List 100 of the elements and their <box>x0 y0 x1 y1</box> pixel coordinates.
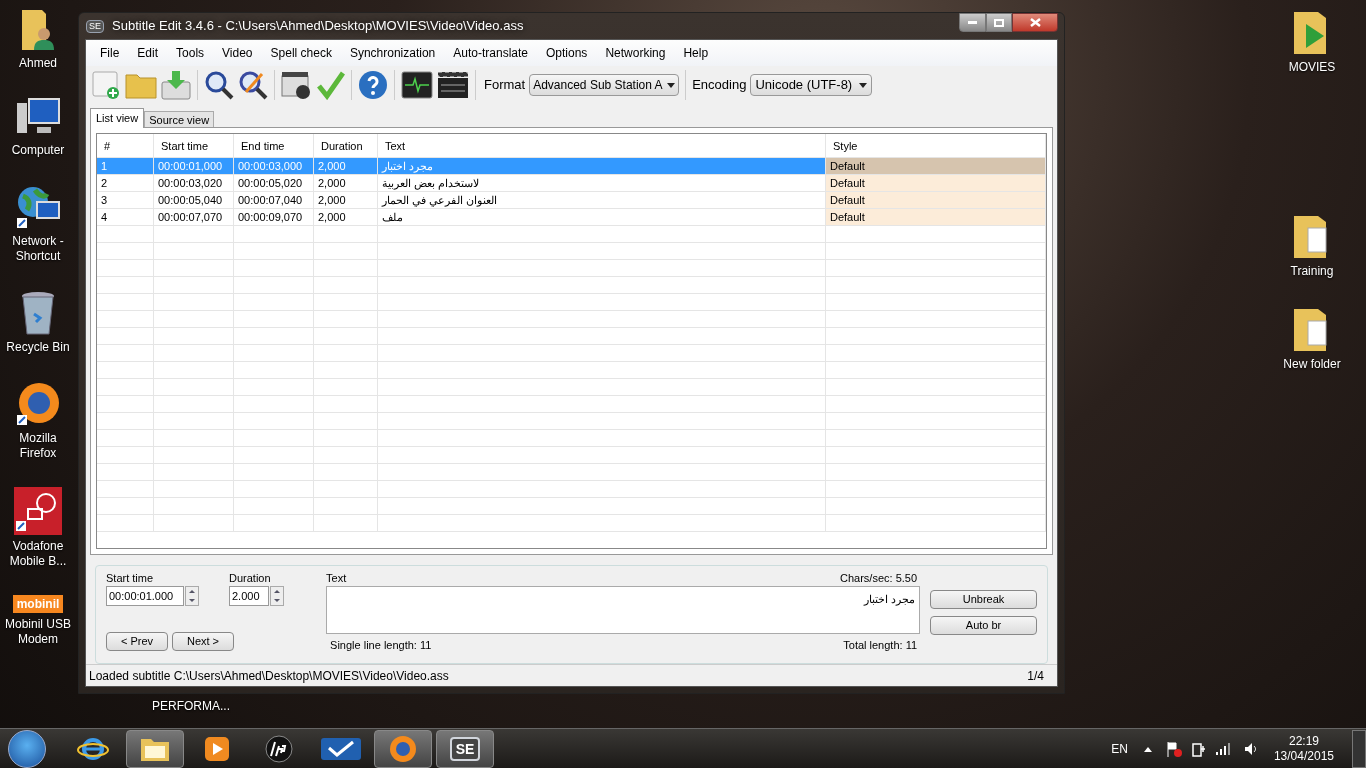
clock-date[interactable]: 13/04/2015 <box>1273 748 1334 764</box>
desktop-icon-label[interactable]: Mozilla Firefox <box>0 431 76 461</box>
encoding-label: Encoding <box>692 76 747 95</box>
column-header[interactable]: Duration <box>314 134 378 157</box>
table-cell: Default <box>826 192 1046 208</box>
table-cell: 2,000 <box>314 209 378 225</box>
desktop-icon-label[interactable]: Vodafone Mobile B... <box>0 539 76 569</box>
waveform-icon[interactable] <box>401 71 433 99</box>
text-label: Text <box>326 571 347 586</box>
search-edit-icon[interactable] <box>238 70 268 100</box>
duration-label: Duration <box>229 571 272 586</box>
spin-buttons[interactable] <box>270 586 284 606</box>
prev-button[interactable]: < Prev <box>106 632 168 651</box>
language-indicator[interactable]: EN <box>1111 739 1128 758</box>
firefox-icon <box>388 733 418 764</box>
table-cell: Default <box>826 175 1046 191</box>
table-cell: 2,000 <box>314 192 378 208</box>
table-cell: 3 <box>97 192 154 208</box>
tab[interactable]: List view <box>90 108 145 128</box>
subtitle-position: 1/4 <box>1027 667 1045 685</box>
table-cell: 2,000 <box>314 158 378 174</box>
menu-item[interactable]: Video <box>216 44 259 62</box>
clapper-clock-icon[interactable] <box>281 70 313 100</box>
duration-field[interactable]: 2.000 <box>229 586 269 606</box>
start-button[interactable] <box>8 729 46 768</box>
menu-item[interactable]: Networking <box>599 44 672 62</box>
show-desktop-button[interactable] <box>1352 729 1366 768</box>
app-logo: SE <box>449 736 481 761</box>
tray-arrow-icon[interactable] <box>1143 745 1152 752</box>
taskbar-button[interactable]: SE <box>436 729 494 768</box>
column-header[interactable]: Text <box>378 134 826 157</box>
menu-item[interactable]: Tools <box>170 44 211 62</box>
menu-item[interactable]: Help <box>677 44 715 62</box>
flag-error-icon[interactable] <box>1165 740 1182 757</box>
table-cell: 00:00:07,040 <box>234 192 314 208</box>
taskbar-button[interactable] <box>126 729 184 768</box>
maximize-button[interactable] <box>986 13 1012 32</box>
desktop-icon-label[interactable]: Computer <box>11 143 65 158</box>
firefox-icon <box>15 381 61 427</box>
desktop-icon-label[interactable]: PERFORMA... <box>152 697 230 715</box>
editor-button[interactable]: Unbreak <box>930 590 1037 609</box>
clapperboard-icon[interactable] <box>437 71 469 99</box>
app-logo: SE <box>86 19 104 33</box>
close-icon <box>1029 18 1041 27</box>
start-time-label: Start time <box>106 571 155 586</box>
spin-buttons[interactable] <box>185 586 199 606</box>
desktop-icon-label[interactable]: New folder <box>1283 357 1341 372</box>
caret-icon <box>667 82 676 88</box>
power-plug-icon[interactable] <box>1191 740 1206 757</box>
network-icon <box>15 184 61 230</box>
desktop-icon-label[interactable]: Ahmed <box>19 56 57 71</box>
speaker-icon[interactable] <box>1243 741 1258 756</box>
new-file-icon[interactable] <box>91 70 121 100</box>
table-cell: Default <box>826 209 1046 225</box>
menu-item[interactable]: Auto-translate <box>447 44 534 62</box>
minimize-icon <box>968 21 977 24</box>
mobinil-logo: mobinil <box>12 595 64 613</box>
column-header[interactable]: Start time <box>154 134 234 157</box>
column-header[interactable]: End time <box>234 134 314 157</box>
minimize-button[interactable] <box>959 13 986 32</box>
format-dropdown[interactable]: Advanced Sub Station A <box>529 74 680 96</box>
maximize-icon <box>994 18 1004 27</box>
menu-item[interactable]: Synchronization <box>343 44 442 62</box>
table-cell: Default <box>826 158 1046 174</box>
table-cell: 00:00:03,000 <box>234 158 314 174</box>
table-cell: 00:00:05,040 <box>154 192 234 208</box>
clock-time[interactable]: 22:19 <box>1288 733 1319 749</box>
status-text: Loaded subtitle C:\Users\Ahmed\Desktop\MOVIES\Video\Video.ass <box>89 667 449 685</box>
help-icon[interactable] <box>358 70 388 100</box>
signal-bars-icon[interactable] <box>1215 742 1232 755</box>
editor-button[interactable]: Auto br <box>930 616 1037 635</box>
checkmark-icon[interactable] <box>317 70 345 100</box>
close-button[interactable] <box>1012 13 1058 32</box>
recycle-bin-icon <box>20 290 56 336</box>
subtitle-text-field[interactable]: مجرد اختبار <box>326 586 921 634</box>
next-button[interactable]: Next > <box>172 632 234 651</box>
single-line-length: Single line length: 11 <box>330 638 432 653</box>
desktop-icon-label[interactable]: MOVIES <box>1288 60 1336 75</box>
caret-icon <box>859 82 868 88</box>
column-header[interactable]: # <box>97 134 154 157</box>
chars-per-second: Chars/sec: 5.50 <box>840 571 919 586</box>
vodafone-icon <box>14 487 62 535</box>
encoding-dropdown[interactable]: Unicode (UTF-8) <box>750 74 873 96</box>
desktop-icon-label[interactable]: Mobinil USB Modem <box>0 617 76 647</box>
media-player-icon <box>203 734 231 763</box>
menu-item[interactable]: Options <box>540 44 594 62</box>
table-cell: 00:00:07,070 <box>154 209 234 225</box>
start-time-field[interactable]: 00:00:01.000 <box>106 586 184 606</box>
menu-item[interactable]: Edit <box>131 44 165 62</box>
desktop-icon-label[interactable]: Recycle Bin <box>6 340 70 355</box>
table-cell: 00:00:05,020 <box>234 175 314 191</box>
column-header[interactable]: Style <box>826 134 1046 157</box>
table-cell: 00:00:03,020 <box>154 175 234 191</box>
desktop-icon-label[interactable]: Network - Shortcut <box>0 234 76 264</box>
menu-item[interactable]: Spell check <box>264 44 338 62</box>
desktop-icon-label[interactable]: Training <box>1290 264 1334 279</box>
search-icon[interactable] <box>204 70 234 100</box>
menu-item[interactable]: File <box>94 44 126 62</box>
window-title: Subtitle Edit 3.4.6 - C:\Users\Ahmed\Desktop\MOVIES\Video\Video.ass <box>112 17 524 36</box>
table-cell: 1 <box>97 158 154 174</box>
